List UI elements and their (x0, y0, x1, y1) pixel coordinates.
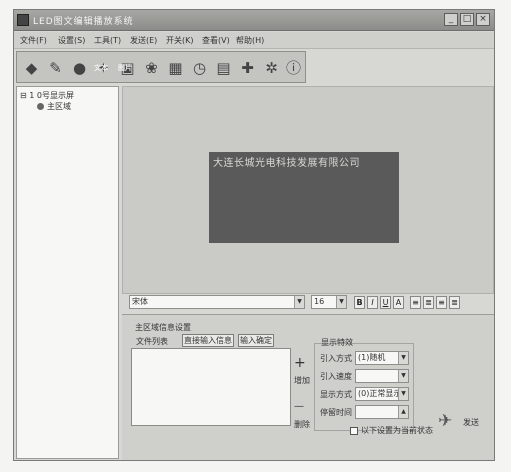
display-mode-value: (0)正常显示 (358, 389, 402, 398)
font-color-button[interactable]: A (393, 296, 404, 309)
chevron-down-icon: ▼ (336, 296, 346, 308)
align-justify-button[interactable]: ≣ (449, 296, 460, 309)
area-settings-panel: 主区域信息设置 文件列表 直接输入信息 输入确定 + 增加 — 删除 显示特效 … (122, 314, 494, 460)
chevron-down-icon: ▼ (294, 296, 304, 308)
open-icon: ✎ (49, 58, 62, 77)
new-button[interactable]: ◆ (20, 55, 43, 80)
app-window: LED图文编辑播放系统 _ □ × 文件(F) 设置(S) 工具(T) 发送(E… (13, 9, 495, 461)
app-icon (17, 14, 29, 26)
panel-title: 主区域信息设置 (135, 323, 191, 332)
menu-switch[interactable]: 开关(K) (166, 35, 194, 46)
minimize-button[interactable]: _ (444, 13, 458, 26)
menu-view[interactable]: 查看(V) (202, 35, 230, 46)
direct-input-button[interactable]: 直接输入信息 (182, 334, 234, 347)
animation-icon: ❀ (145, 58, 158, 77)
menu-bar: 文件(F) 设置(S) 工具(T) 发送(E) 开关(K) 查看(V) 帮助(H… (14, 32, 494, 49)
animation-button[interactable]: ❀ (140, 55, 163, 80)
chevron-down-icon: ▼ (398, 388, 408, 400)
table-icon: ▦ (168, 58, 183, 77)
window-title: LED图文编辑播放系统 (33, 17, 134, 27)
toolbar: ◆ ✎ ● ✦ 文本 ▣ 图片 ❀ ▦ ◷ ▤ ✚ ✲ ⓘ (16, 51, 306, 83)
page: LED图文编辑播放系统 _ □ × 文件(F) 设置(S) 工具(T) 发送(E… (0, 0, 511, 472)
area-icon (37, 103, 44, 110)
picture-button-label: 图片 (118, 64, 132, 72)
align-left-button[interactable]: ≡ (410, 296, 421, 309)
italic-button[interactable]: I (367, 296, 378, 309)
display-mode-select[interactable]: (0)正常显示 ▼ (355, 387, 409, 401)
clock-icon: ◷ (192, 58, 207, 77)
align-right-button[interactable]: ≡ (436, 296, 447, 309)
entry-speed-label: 引入速度 (320, 372, 352, 381)
open-button[interactable]: ✎ (44, 55, 67, 80)
send-button[interactable]: 发送 (463, 417, 479, 428)
info-button[interactable]: ⓘ (282, 55, 305, 80)
menu-send[interactable]: 发送(E) (130, 35, 157, 46)
checkbox-icon (350, 426, 358, 435)
book-button[interactable]: ▤ (212, 55, 235, 80)
pin-icon: ✚ (241, 58, 254, 77)
led-preview-text: 大连长城光电科技发展有限公司 (213, 158, 360, 169)
settings-button[interactable]: ✲ (260, 55, 283, 80)
chevron-down-icon: ▼ (398, 352, 408, 364)
tree-node-screen[interactable]: ⊟ 1 0号显示屏 (20, 90, 74, 101)
menu-settings[interactable]: 设置(S) (58, 35, 85, 46)
bold-button[interactable]: B (354, 296, 365, 309)
save-button[interactable]: ● (68, 55, 91, 80)
stay-time-input[interactable]: ▲ (355, 405, 409, 419)
delete-label[interactable]: 删除 (294, 419, 310, 430)
title-bar[interactable]: LED图文编辑播放系统 _ □ × (14, 10, 494, 31)
default-checkbox-label: 以下设置为当前状态 (361, 426, 433, 435)
format-bar: 宋体 ▼ 16 ▼ B I U A ≡ ≣ ≡ ≣ (127, 295, 493, 312)
menu-tools[interactable]: 工具(T) (94, 35, 121, 46)
table-button[interactable]: ▦ (164, 55, 187, 80)
book-icon: ▤ (216, 58, 231, 77)
entry-mode-value: (1)随机 (358, 353, 386, 362)
underline-button[interactable]: U (380, 296, 391, 309)
menu-help[interactable]: 帮助(H) (236, 35, 264, 46)
picture-button[interactable]: ▣ 图片 (116, 55, 139, 80)
chevron-down-icon: ▼ (398, 370, 408, 382)
preview-canvas: 大连长城光电科技发展有限公司 (122, 86, 494, 294)
tree-node-main-area[interactable]: 主区域 (37, 101, 71, 112)
pin-button[interactable]: ✚ (236, 55, 259, 80)
text-button[interactable]: ✦ 文本 (92, 55, 115, 80)
entry-mode-select[interactable]: (1)随机 ▼ (355, 351, 409, 365)
font-size-value: 16 (314, 297, 325, 306)
add-label[interactable]: 增加 (294, 375, 310, 386)
tree-node-main-area-label: 主区域 (47, 102, 71, 111)
new-icon: ◆ (25, 58, 38, 77)
stay-time-label: 停留时间 (320, 408, 352, 417)
align-center-button[interactable]: ≣ (423, 296, 434, 309)
close-button[interactable]: × (476, 13, 490, 26)
text-button-label: 文本 (94, 64, 108, 72)
entry-mode-label: 引入方式 (320, 354, 352, 363)
entry-speed-select[interactable]: ▼ (355, 369, 409, 383)
font-select[interactable]: 宋体 ▼ (129, 295, 305, 309)
file-list[interactable] (131, 348, 291, 426)
file-list-label: 文件列表 (136, 337, 168, 346)
font-size-select[interactable]: 16 ▼ (311, 295, 347, 309)
menu-file[interactable]: 文件(F) (20, 35, 47, 46)
font-select-value: 宋体 (132, 297, 148, 306)
effects-title: 显示特效 (321, 338, 353, 347)
input-confirm-button[interactable]: 输入确定 (238, 334, 274, 347)
spinner-icon: ▲ (398, 406, 408, 418)
add-icon[interactable]: + (294, 355, 306, 371)
display-mode-label: 显示方式 (320, 390, 352, 399)
default-checkbox[interactable]: 以下设置为当前状态 (350, 425, 433, 436)
screen-tree: ⊟ 1 0号显示屏 主区域 (16, 86, 119, 459)
led-preview-area[interactable]: 大连长城光电科技发展有限公司 (209, 152, 399, 243)
settings-icon: ✲ (265, 58, 278, 77)
delete-icon[interactable]: — (294, 401, 304, 412)
clock-button[interactable]: ◷ (188, 55, 211, 80)
maximize-button[interactable]: □ (460, 13, 474, 26)
save-icon: ● (72, 58, 87, 77)
send-icon[interactable]: ✈ (438, 411, 452, 431)
info-icon: ⓘ (285, 59, 301, 77)
